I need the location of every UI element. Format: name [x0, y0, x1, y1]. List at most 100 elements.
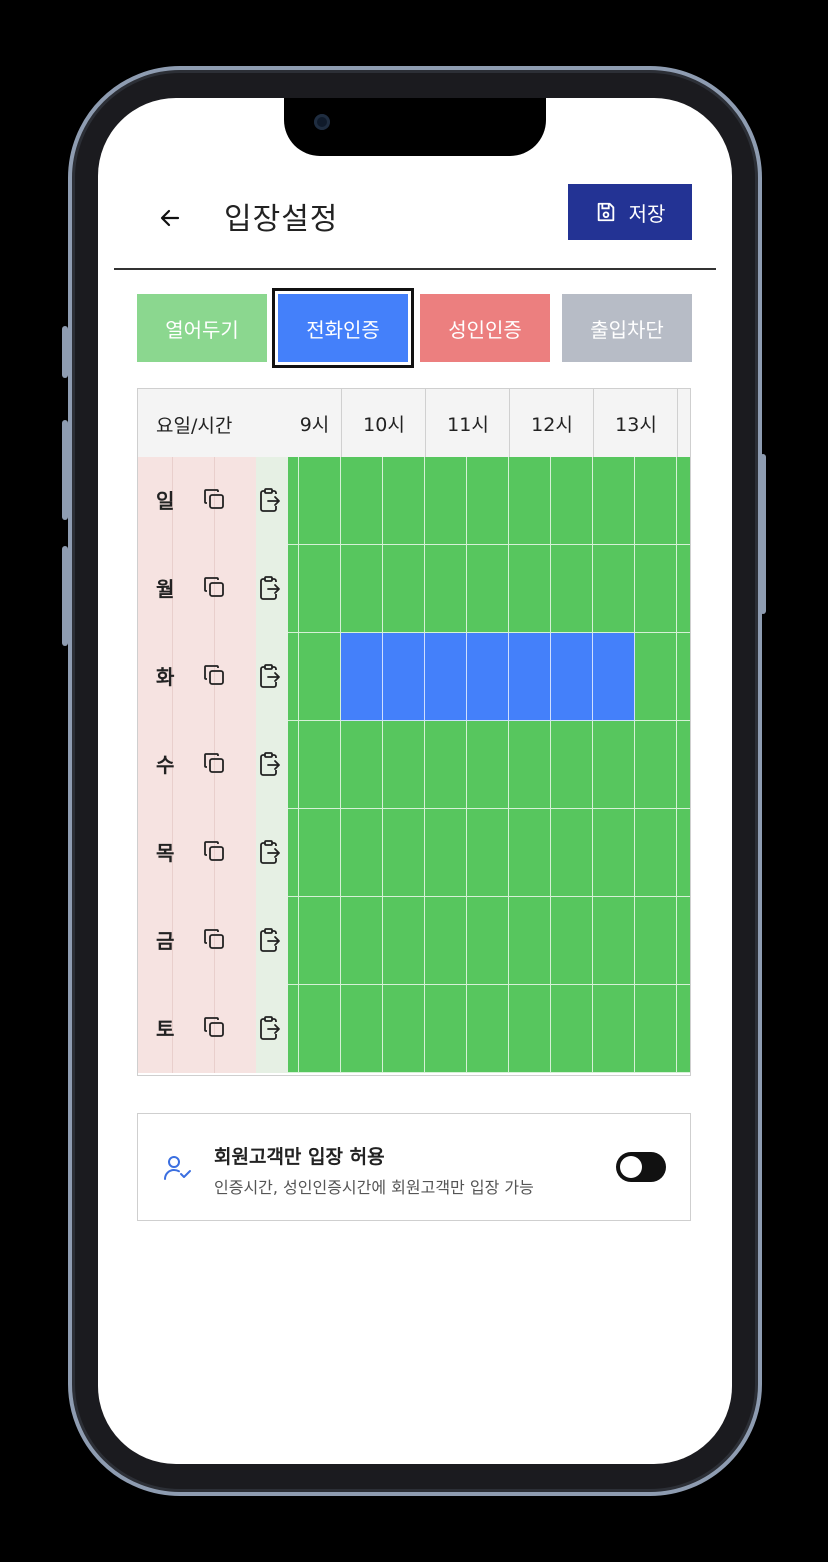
time-slot[interactable]	[288, 985, 299, 1073]
time-slot[interactable]	[425, 633, 467, 721]
paste-cell	[256, 809, 288, 897]
time-slot[interactable]	[635, 721, 677, 809]
time-slot[interactable]	[509, 897, 551, 985]
time-slot[interactable]	[288, 809, 299, 897]
time-slot[interactable]	[635, 545, 677, 633]
time-slot[interactable]	[425, 545, 467, 633]
time-slot[interactable]	[509, 457, 551, 545]
time-slot[interactable]	[635, 897, 677, 985]
time-slot[interactable]	[425, 809, 467, 897]
time-slot[interactable]	[299, 545, 341, 633]
time-slot[interactable]	[288, 545, 299, 633]
paste-icon[interactable]	[258, 927, 282, 957]
time-slot[interactable]	[635, 809, 677, 897]
time-slot[interactable]	[593, 809, 635, 897]
copy-icon[interactable]	[202, 487, 226, 515]
time-slot[interactable]	[288, 897, 299, 985]
time-slot[interactable]	[467, 457, 509, 545]
copy-icon[interactable]	[202, 1015, 226, 1043]
member-only-toggle[interactable]	[616, 1152, 666, 1182]
time-slot[interactable]	[341, 545, 383, 633]
paste-icon[interactable]	[258, 663, 282, 693]
time-slot[interactable]	[425, 721, 467, 809]
time-slot[interactable]	[425, 985, 467, 1073]
time-slot[interactable]	[341, 897, 383, 985]
copy-icon[interactable]	[202, 663, 226, 691]
mode-phone-auth-button[interactable]: 전화인증	[272, 288, 414, 368]
back-button[interactable]	[150, 198, 190, 238]
copy-icon[interactable]	[202, 839, 226, 867]
time-slot[interactable]	[299, 457, 341, 545]
time-slot[interactable]	[341, 721, 383, 809]
paste-icon[interactable]	[258, 751, 282, 781]
time-slot[interactable]	[299, 721, 341, 809]
time-slot[interactable]	[383, 633, 425, 721]
time-slot[interactable]	[635, 985, 677, 1073]
time-slot-overflow[interactable]	[677, 897, 690, 985]
time-slot-overflow[interactable]	[677, 457, 690, 545]
time-slot[interactable]	[383, 985, 425, 1073]
copy-icon[interactable]	[202, 751, 226, 779]
paste-icon[interactable]	[258, 575, 282, 605]
time-slot[interactable]	[551, 633, 593, 721]
time-slot[interactable]	[593, 985, 635, 1073]
time-slot[interactable]	[593, 633, 635, 721]
time-slot[interactable]	[467, 897, 509, 985]
time-slot[interactable]	[635, 633, 677, 721]
time-slot[interactable]	[288, 633, 299, 721]
time-slot[interactable]	[383, 809, 425, 897]
copy-icon[interactable]	[202, 927, 226, 955]
save-button[interactable]: 저장	[568, 184, 692, 240]
time-slot[interactable]	[467, 809, 509, 897]
time-slot[interactable]	[551, 897, 593, 985]
time-slot[interactable]	[467, 721, 509, 809]
time-slot[interactable]	[299, 985, 341, 1073]
time-slot-overflow[interactable]	[677, 985, 690, 1073]
time-slot-overflow[interactable]	[677, 809, 690, 897]
time-slot[interactable]	[425, 897, 467, 985]
time-slot[interactable]	[425, 457, 467, 545]
time-slot[interactable]	[593, 545, 635, 633]
time-slot[interactable]	[341, 809, 383, 897]
time-slot[interactable]	[383, 545, 425, 633]
time-slot-overflow[interactable]	[677, 721, 690, 809]
mode-block-button[interactable]: 출입차단	[562, 294, 692, 362]
paste-icon[interactable]	[258, 839, 282, 869]
time-slot[interactable]	[299, 897, 341, 985]
time-slot[interactable]	[288, 457, 299, 545]
time-slot[interactable]	[551, 721, 593, 809]
time-slot[interactable]	[467, 545, 509, 633]
time-slot[interactable]	[593, 721, 635, 809]
time-slot-overflow[interactable]	[677, 545, 690, 633]
day-name: 토	[156, 1017, 175, 1041]
time-slot[interactable]	[509, 721, 551, 809]
time-slot[interactable]	[383, 457, 425, 545]
time-slot[interactable]	[383, 721, 425, 809]
time-slot[interactable]	[551, 457, 593, 545]
time-slot[interactable]	[299, 809, 341, 897]
time-slot[interactable]	[288, 721, 299, 809]
time-slot[interactable]	[341, 633, 383, 721]
paste-icon[interactable]	[258, 487, 282, 517]
time-slot[interactable]	[509, 545, 551, 633]
time-slot[interactable]	[551, 985, 593, 1073]
time-slot[interactable]	[383, 897, 425, 985]
time-slot[interactable]	[341, 985, 383, 1073]
time-slot[interactable]	[593, 897, 635, 985]
time-slot[interactable]	[509, 633, 551, 721]
time-slot[interactable]	[551, 545, 593, 633]
copy-icon[interactable]	[202, 575, 226, 603]
time-slot-overflow[interactable]	[677, 633, 690, 721]
paste-icon[interactable]	[258, 1015, 282, 1045]
time-slot[interactable]	[593, 457, 635, 545]
mode-open-button[interactable]: 열어두기	[137, 294, 267, 362]
time-slot[interactable]	[509, 809, 551, 897]
time-slot[interactable]	[467, 633, 509, 721]
time-slot[interactable]	[551, 809, 593, 897]
time-slot[interactable]	[635, 457, 677, 545]
time-slot[interactable]	[299, 633, 341, 721]
time-slot[interactable]	[509, 985, 551, 1073]
mode-adult-auth-button[interactable]: 성인인증	[420, 294, 550, 362]
time-slot[interactable]	[467, 985, 509, 1073]
time-slot[interactable]	[341, 457, 383, 545]
